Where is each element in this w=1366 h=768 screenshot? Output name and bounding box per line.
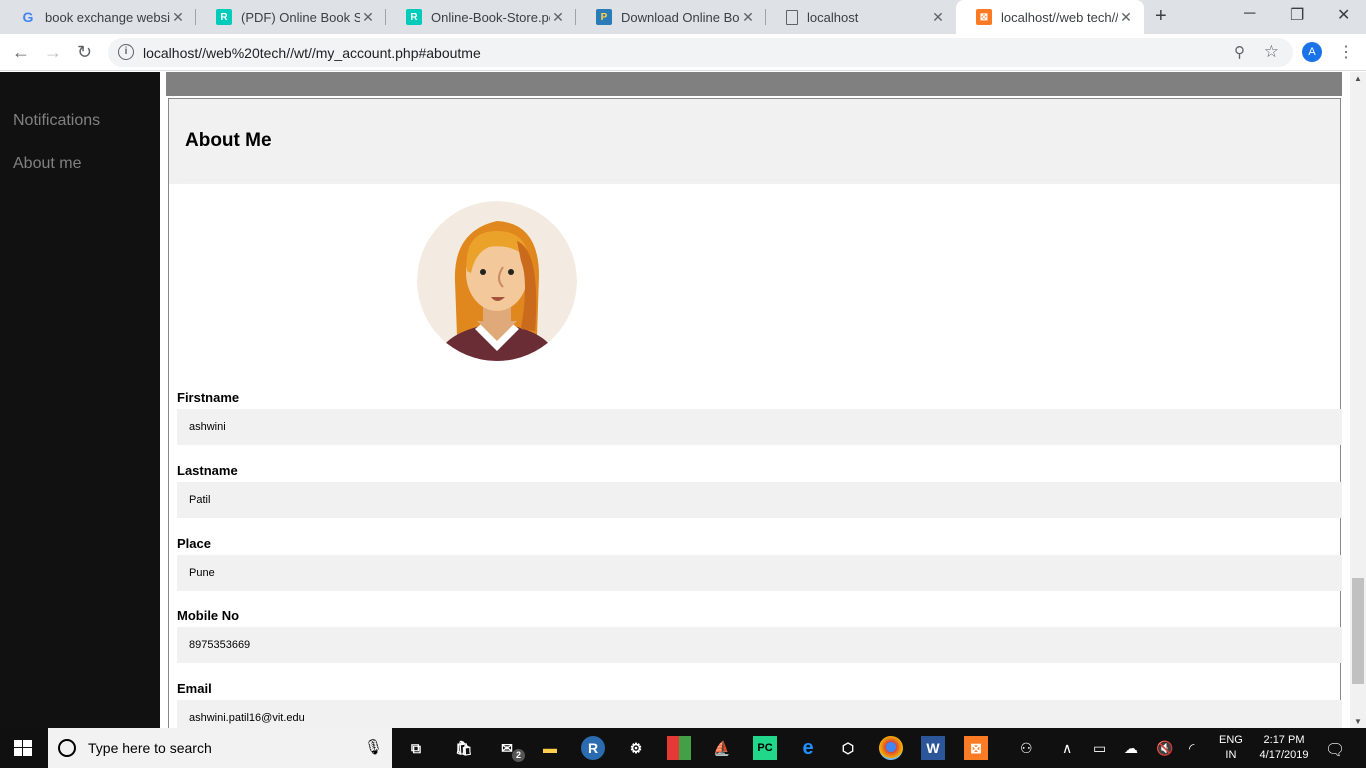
clock-time: 2:17 PM: [1263, 734, 1305, 746]
avatar: [417, 201, 577, 361]
close-icon[interactable]: ✕: [360, 9, 376, 26]
tab-title: (PDF) Online Book Store: [241, 9, 360, 25]
tab-google[interactable]: G book exchange website ✕: [0, 0, 196, 34]
people-icon[interactable]: ⚇: [1020, 740, 1033, 757]
battery-icon[interactable]: ▭: [1093, 740, 1106, 757]
volume-muted-icon[interactable]: 🔇: [1156, 740, 1173, 757]
sidebar-item-about-me[interactable]: About me: [13, 155, 81, 173]
google-icon: G: [22, 9, 34, 25]
tab-pdf-online-book-store[interactable]: R (PDF) Online Book Store ✕: [196, 0, 386, 34]
clock-date: 4/17/2019: [1259, 749, 1309, 761]
tab-localhost[interactable]: localhost ✕: [766, 0, 956, 34]
r-studio-icon[interactable]: R: [581, 736, 605, 760]
language-indicator[interactable]: ENG IN: [1219, 733, 1243, 763]
onedrive-icon[interactable]: ☁: [1124, 740, 1138, 757]
card-title: About Me: [185, 130, 272, 151]
reload-icon[interactable]: ↻: [77, 42, 92, 63]
project-icon: P: [596, 9, 612, 25]
pycharm-icon[interactable]: PC: [753, 736, 777, 760]
lastname-label: Lastname: [177, 463, 238, 478]
lastname-field[interactable]: Patil: [177, 482, 1342, 518]
tab-download-online-book[interactable]: P Download Online Book ✕: [576, 0, 766, 34]
page-scrollbar[interactable]: ▲ ▼: [1350, 72, 1366, 728]
browser-toolbar: ← → ↻ i localhost//web%20tech//wt//my_ac…: [0, 34, 1366, 71]
scroll-thumb[interactable]: [1352, 578, 1364, 684]
xampp-icon[interactable]: ⊠: [964, 736, 988, 760]
mail-icon[interactable]: ✉ 2: [495, 736, 525, 762]
tab-title: localhost: [807, 9, 859, 25]
restore-icon[interactable]: ❐: [1290, 5, 1304, 25]
tab-strip: G book exchange website ✕ R (PDF) Online…: [0, 0, 1366, 34]
windows-start-icon[interactable]: [14, 740, 32, 756]
close-icon[interactable]: ✕: [550, 9, 566, 26]
url-text[interactable]: localhost//web%20tech//wt//my_account.ph…: [143, 45, 481, 61]
back-icon[interactable]: ←: [12, 42, 30, 63]
app-icon[interactable]: [667, 736, 691, 760]
address-bar[interactable]: i localhost//web%20tech//wt//my_account.…: [108, 38, 1293, 67]
tab-title: Download Online Book: [621, 9, 740, 25]
wifi-icon[interactable]: ◜: [1189, 740, 1194, 757]
tab-my-account[interactable]: ⊠ localhost//web tech//wt//my_account.ph…: [956, 0, 1144, 34]
mail-badge: 2: [512, 749, 525, 762]
divider: [177, 180, 1315, 181]
xampp-icon: ⊠: [976, 9, 992, 25]
edge-icon[interactable]: e: [796, 736, 820, 760]
mobile-field[interactable]: 8975353669: [177, 627, 1342, 663]
mysql-workbench-icon[interactable]: ⛵: [710, 736, 734, 760]
lang-region: IN: [1225, 749, 1237, 761]
close-icon[interactable]: ✕: [930, 9, 946, 26]
sidebar-item-notifications[interactable]: Notifications: [13, 112, 100, 130]
minimize-icon[interactable]: ─: [1244, 5, 1255, 23]
email-label: Email: [177, 681, 212, 696]
close-icon[interactable]: ✕: [170, 9, 186, 26]
tab-title: book exchange website: [45, 9, 170, 25]
task-view-icon[interactable]: ⧉: [404, 736, 428, 760]
close-icon[interactable]: ✕: [1118, 9, 1134, 26]
email-field[interactable]: ashwini.patil16@vit.edu: [177, 700, 1342, 728]
taskbar-search[interactable]: Type here to search 🎙: [48, 728, 392, 768]
researchgate-icon: R: [406, 9, 422, 25]
new-tab-icon[interactable]: +: [1155, 5, 1167, 28]
info-icon[interactable]: i: [118, 44, 134, 60]
store-icon[interactable]: 🛍: [452, 736, 476, 760]
page-icon: [786, 9, 798, 25]
place-field[interactable]: Pune: [177, 555, 1342, 591]
firstname-field[interactable]: ashwini: [177, 409, 1342, 445]
close-window-icon[interactable]: ✕: [1337, 5, 1350, 25]
lang-code: ENG: [1219, 734, 1243, 746]
tab-online-book-store-pdf[interactable]: R Online-Book-Store.pdf ✕: [386, 0, 576, 34]
cortana-icon[interactable]: [58, 739, 76, 757]
researchgate-icon: R: [216, 9, 232, 25]
search-placeholder[interactable]: Type here to search: [88, 740, 212, 756]
chevron-up-icon[interactable]: ∧: [1062, 740, 1072, 757]
profile-avatar[interactable]: A: [1302, 42, 1322, 62]
clock[interactable]: 2:17 PM 4/17/2019: [1253, 733, 1315, 763]
firstname-label: Firstname: [177, 390, 240, 405]
taskbar: Type here to search 🎙 ⧉ 🛍 ✉ 2 ▬ R ⚙ ⛵ PC …: [0, 728, 1366, 768]
forward-icon[interactable]: →: [44, 42, 62, 63]
chrome-icon[interactable]: [879, 736, 903, 760]
virtualbox-icon[interactable]: ⬡: [836, 736, 860, 760]
zoom-icon[interactable]: ⚲: [1234, 43, 1245, 61]
file-explorer-icon[interactable]: ▬: [538, 736, 562, 760]
scroll-up-icon[interactable]: ▲: [1354, 74, 1362, 83]
microphone-icon[interactable]: 🎙: [364, 738, 383, 756]
top-gray-bar: [166, 72, 1342, 96]
page-content: About Me Firstname ashwini Lastname Pati…: [160, 72, 1350, 728]
notifications-icon[interactable]: 🗨: [1325, 740, 1345, 760]
sidebar: Notifications About me: [0, 72, 160, 728]
tab-title: localhost//web tech//wt//my_account.php: [1001, 9, 1118, 25]
close-icon[interactable]: ✕: [740, 9, 756, 26]
word-icon[interactable]: W: [921, 736, 945, 760]
tab-title: Online-Book-Store.pdf: [431, 9, 550, 25]
place-label: Place: [177, 536, 211, 551]
scroll-down-icon[interactable]: ▼: [1354, 717, 1362, 726]
python-icon[interactable]: ⚙: [624, 736, 648, 760]
card-header: About Me: [169, 99, 1340, 184]
bookmark-star-icon[interactable]: ☆: [1264, 42, 1279, 62]
mobile-label: Mobile No: [177, 608, 240, 623]
menu-icon[interactable]: ⋮: [1338, 42, 1354, 62]
